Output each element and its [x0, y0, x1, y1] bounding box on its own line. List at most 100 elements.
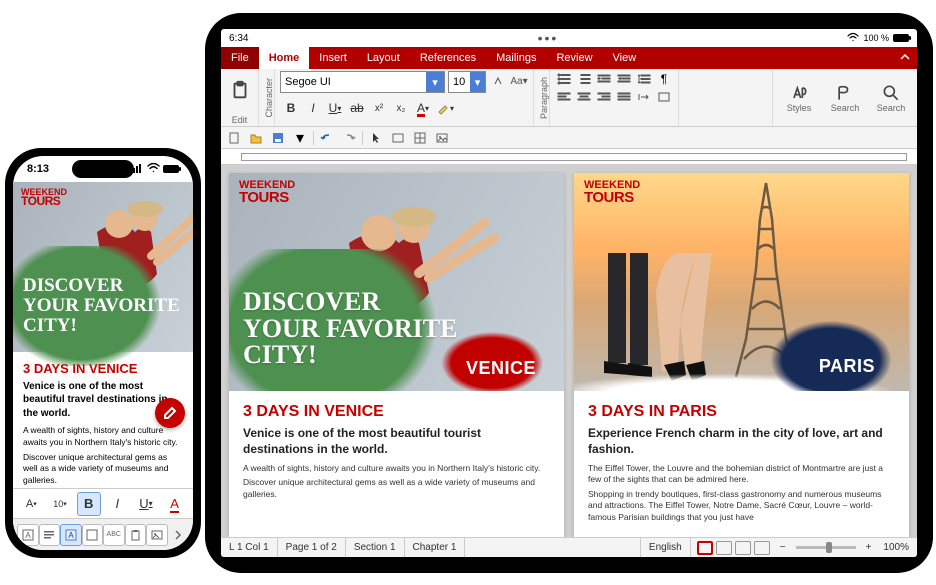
status-page[interactable]: Page 1 of 2	[278, 538, 346, 557]
paragraph-button[interactable]	[39, 524, 61, 546]
ribbon-group-right: Styles Search Search	[772, 69, 917, 126]
highlight-button[interactable]: ▾	[434, 97, 456, 119]
tab-mailings[interactable]: Mailings	[486, 47, 546, 69]
ribbon-group-character: Segoe UI▾ 10▾ Aa▾ B I U▾ ab x² x₂ A▾ ▾	[275, 69, 534, 126]
linespacing-button[interactable]	[635, 71, 653, 87]
align-left-button[interactable]	[555, 89, 573, 105]
font-name-select[interactable]: Segoe UI▾	[280, 71, 445, 93]
insert-object-button[interactable]	[389, 129, 407, 147]
phone-insert-toolbar: A A ABC	[13, 518, 193, 550]
pointer-tool-button[interactable]	[367, 129, 385, 147]
case-button[interactable]: Aa▾	[510, 71, 528, 91]
bullets-button[interactable]	[555, 71, 573, 87]
status-chapter[interactable]: Chapter 1	[405, 538, 466, 557]
bold-button[interactable]: B	[77, 492, 101, 516]
svg-text:A: A	[25, 531, 31, 540]
status-language[interactable]: English	[641, 538, 691, 557]
view-mode-master[interactable]	[716, 541, 732, 555]
phone-hero: WEEKEND TOURS DISCOVER YOUR FAVORITE CIT…	[13, 182, 193, 352]
navy-paint-shape	[761, 315, 901, 391]
font-color-button[interactable]: A	[163, 492, 187, 516]
view-mode-object[interactable]	[754, 541, 770, 555]
table-tool-button[interactable]	[411, 129, 429, 147]
text-style-button[interactable]: A	[17, 524, 39, 546]
clipboard-button[interactable]	[125, 524, 147, 546]
tab-insert[interactable]: Insert	[309, 47, 357, 69]
view-mode-normal[interactable]	[697, 541, 713, 555]
search-ribbon-button[interactable]: Search	[824, 71, 866, 125]
italic-button[interactable]: I	[105, 492, 129, 516]
document-area[interactable]: WEEKEND TOURS DISCOVER YOUR FAVORITE CIT…	[221, 165, 917, 537]
strikethrough-button[interactable]: ab	[346, 97, 368, 119]
font-color-button[interactable]: A▾	[412, 97, 434, 119]
page2-title: 3 DAYS IN PARIS	[588, 401, 895, 423]
pilcrow-button[interactable]: ¶	[655, 71, 673, 87]
edit-fab-button[interactable]	[155, 398, 185, 428]
align-right-button[interactable]	[595, 89, 613, 105]
picture-tool-button[interactable]	[433, 129, 451, 147]
superscript-button[interactable]: x²	[368, 97, 390, 119]
underline-button[interactable]: U▾	[134, 492, 158, 516]
new-doc-button[interactable]	[225, 129, 243, 147]
ribbon-tabs: File Home Insert Layout References Maili…	[221, 47, 917, 69]
save-button[interactable]	[269, 129, 287, 147]
tab-layout[interactable]: Layout	[357, 47, 410, 69]
font-style-button[interactable]: A▾	[19, 492, 43, 516]
styles-button[interactable]: Styles	[778, 71, 820, 125]
status-lncol[interactable]: L 1 Col 1	[221, 538, 278, 557]
italic-button[interactable]: I	[302, 97, 324, 119]
tab-view[interactable]: View	[603, 47, 647, 69]
venice-badge: VENICE	[466, 358, 536, 379]
character-box-button[interactable]: A	[60, 524, 82, 546]
tab-review[interactable]: Review	[546, 47, 602, 69]
tablet-device: 6:34 ••• 100 % File Home Insert Layout R…	[205, 13, 933, 573]
ribbon-group-para-label: Paragraph	[534, 69, 550, 126]
phone-notch	[72, 160, 134, 178]
zoom-out-button[interactable]: −	[776, 542, 790, 553]
status-section[interactable]: Section 1	[346, 538, 405, 557]
align-center-button[interactable]	[575, 89, 593, 105]
zoom-slider[interactable]	[796, 546, 856, 549]
tab-file[interactable]: File	[221, 47, 259, 69]
redo-button[interactable]	[340, 129, 358, 147]
horizontal-ruler[interactable]	[221, 149, 917, 165]
view-mode-outline[interactable]	[735, 541, 751, 555]
bold-button[interactable]: B	[280, 97, 302, 119]
zoom-level[interactable]: 100%	[875, 538, 917, 557]
phone-document[interactable]: WEEKEND TOURS DISCOVER YOUR FAVORITE CIT…	[13, 182, 193, 488]
tabs-button[interactable]	[635, 89, 653, 105]
numbering-button[interactable]	[575, 71, 593, 87]
insert-image-button[interactable]	[146, 524, 168, 546]
tab-home[interactable]: Home	[259, 47, 310, 69]
borders-button[interactable]	[655, 89, 673, 105]
zoom-in-button[interactable]: +	[862, 542, 876, 553]
phone-device: 8:13 WEEKEND	[5, 148, 201, 558]
page1-subtitle: Venice is one of the most beautiful tour…	[243, 425, 550, 457]
more-tools-button[interactable]	[168, 524, 189, 546]
search-glass-button[interactable]: Search	[870, 71, 912, 125]
paste-button[interactable]	[226, 71, 254, 109]
print-button[interactable]: ▾	[291, 129, 309, 147]
abc-button[interactable]: ABC	[103, 524, 125, 546]
shrink-font-button[interactable]	[489, 71, 507, 91]
paragraph-group-label: Paragraph	[539, 77, 549, 119]
app-statusbar: L 1 Col 1 Page 1 of 2 Section 1 Chapter …	[221, 537, 917, 557]
decrease-indent-button[interactable]	[595, 71, 613, 87]
frame-button[interactable]	[82, 524, 104, 546]
document-page-2: WEEKEND TOURS PARIS 3 DAYS IN PARIS Expe…	[574, 173, 909, 537]
open-button[interactable]	[247, 129, 265, 147]
page2-body: 3 DAYS IN PARIS Experience French charm …	[574, 391, 909, 536]
collapse-ribbon-button[interactable]	[893, 47, 917, 69]
font-size-button[interactable]: 10▾	[48, 492, 72, 516]
ribbon-body: Edit Character Segoe UI▾ 10▾ Aa▾ B I U▾ …	[221, 69, 917, 127]
underline-button[interactable]: U▾	[324, 97, 346, 119]
brand-logo: WEEKEND TOURS	[21, 188, 67, 207]
page2-subtitle: Experience French charm in the city of l…	[588, 425, 895, 457]
increase-indent-button[interactable]	[615, 71, 633, 87]
paris-badge: PARIS	[819, 356, 875, 377]
tab-references[interactable]: References	[410, 47, 486, 69]
subscript-button[interactable]: x₂	[390, 97, 412, 119]
font-size-select[interactable]: 10▾	[448, 71, 486, 93]
undo-button[interactable]	[318, 129, 336, 147]
justify-button[interactable]	[615, 89, 633, 105]
